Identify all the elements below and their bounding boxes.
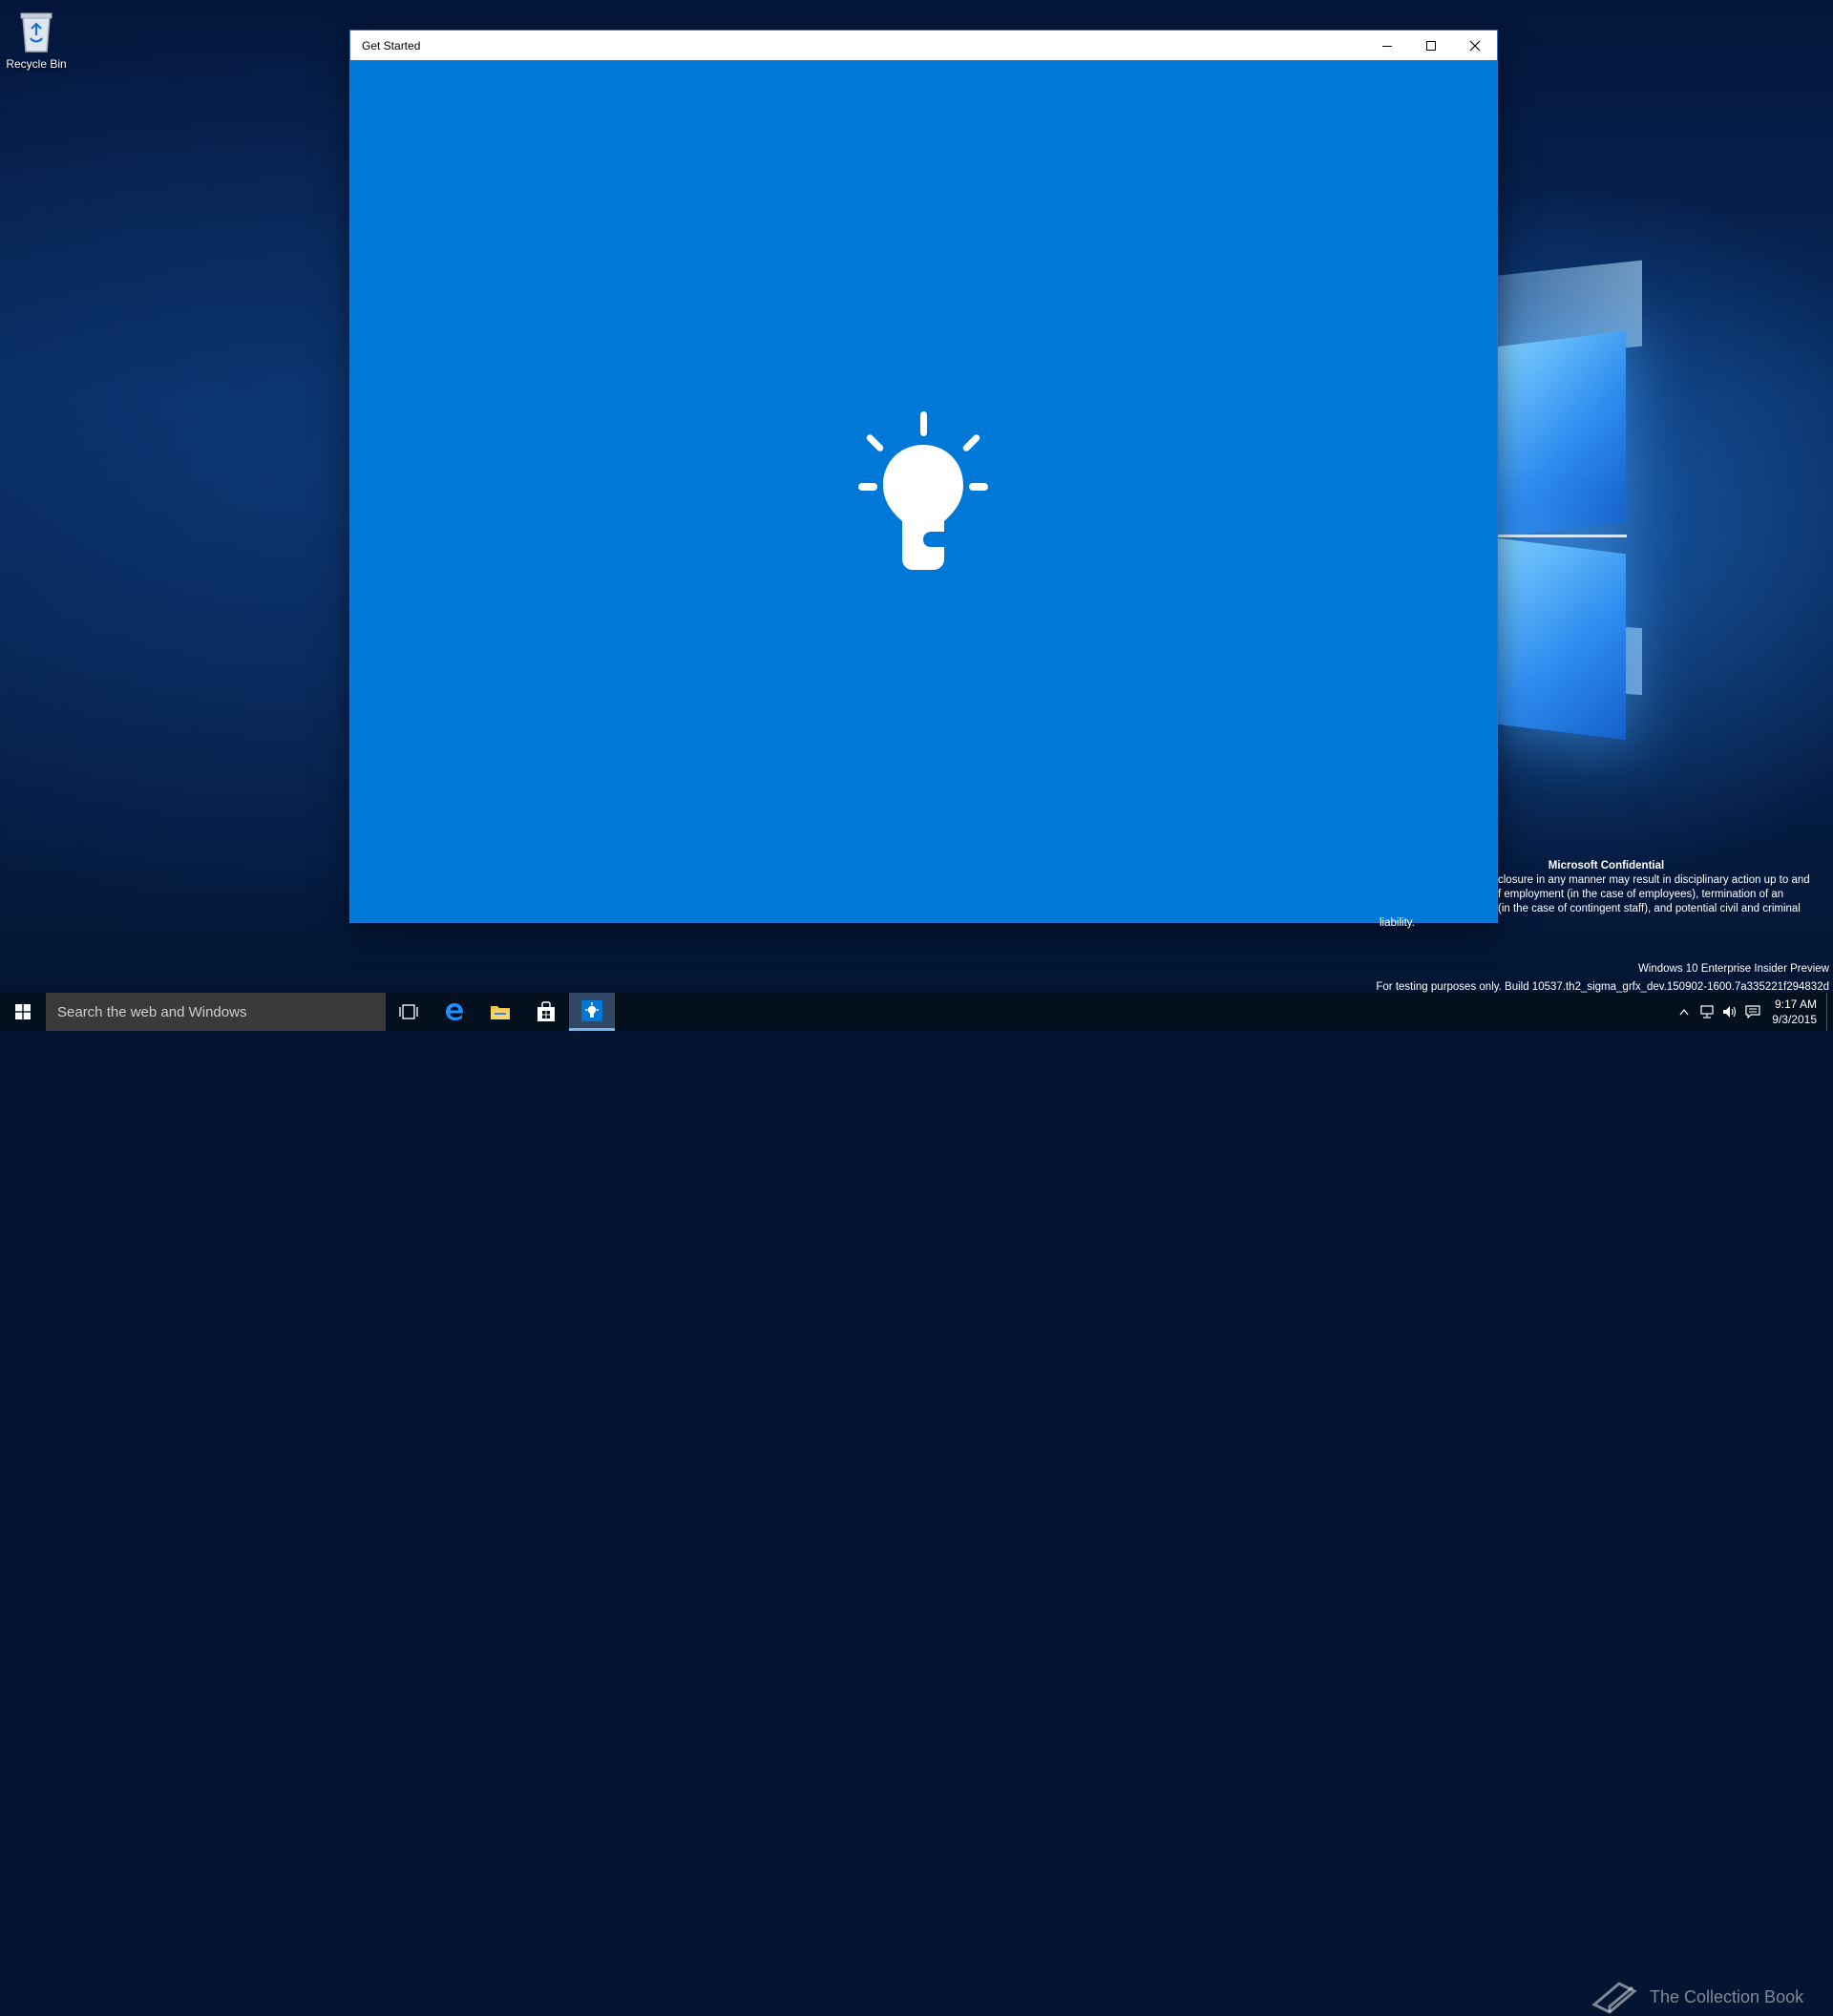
- recycle-bin-label: Recycle Bin: [6, 57, 67, 71]
- build-watermark: Windows 10 Enterprise Insider Preview Fo…: [1376, 960, 1829, 997]
- speaker-icon: [1723, 1006, 1737, 1018]
- windows-logo-pane: [1497, 537, 1626, 741]
- lightbulb-icon: [581, 999, 602, 1021]
- site-watermark: The Collection Book: [1591, 1978, 1803, 2016]
- tray-overflow[interactable]: [1673, 993, 1696, 1031]
- maximize-button[interactable]: [1409, 31, 1453, 60]
- confidential-line: liability.: [1380, 917, 1415, 929]
- windows-logo-divider: [1497, 535, 1627, 537]
- windows-logo-pane: [1497, 330, 1626, 538]
- splash-screen: [350, 60, 1497, 922]
- tray-network[interactable]: [1696, 993, 1718, 1031]
- minimize-button[interactable]: [1365, 31, 1409, 60]
- search-placeholder: Search the web and Windows: [57, 1003, 247, 1020]
- maximize-icon: [1426, 40, 1436, 51]
- taskbar-edge[interactable]: [432, 993, 477, 1031]
- desktop-icon-recycle-bin[interactable]: Recycle Bin: [4, 8, 69, 71]
- system-tray: 9:17 AM 9/3/2015: [1673, 993, 1833, 1031]
- site-watermark-text: The Collection Book: [1650, 1986, 1804, 2006]
- search-box[interactable]: Search the web and Windows: [46, 993, 386, 1031]
- book-icon: [1591, 1982, 1637, 2014]
- task-view-icon: [399, 1004, 418, 1019]
- minimize-icon: [1382, 45, 1392, 47]
- window-titlebar[interactable]: Get Started: [350, 31, 1497, 60]
- tray-action-center[interactable]: [1741, 993, 1764, 1031]
- tray-volume[interactable]: [1718, 993, 1741, 1031]
- taskbar: Search the web and Windows The Collectio…: [0, 993, 1833, 2014]
- network-icon: [1700, 1005, 1714, 1018]
- start-button[interactable]: [0, 993, 46, 1031]
- confidential-line: (in the case of contingent staff), and p…: [1498, 903, 1801, 914]
- windows-logo-icon: [15, 1004, 31, 1019]
- close-icon: [1469, 40, 1481, 51]
- recycle-bin-icon: [20, 12, 53, 52]
- clock-time: 9:17 AM: [1774, 998, 1817, 1011]
- confidential-line: closure in any manner may result in disc…: [1498, 874, 1810, 886]
- taskbar-get-started[interactable]: [569, 993, 615, 1031]
- taskbar-clock[interactable]: 9:17 AM 9/3/2015: [1764, 997, 1826, 1027]
- clock-date: 9/3/2015: [1772, 1013, 1817, 1026]
- confidential-line: f employment (in the case of employees),…: [1498, 889, 1784, 900]
- show-desktop-button[interactable]: [1826, 993, 1833, 1031]
- confidential-notice: Microsoft Confidential closure in any ma…: [1380, 859, 1833, 931]
- close-button[interactable]: [1453, 31, 1497, 60]
- get-started-window[interactable]: Get Started: [350, 31, 1497, 922]
- edition-text: Windows 10 Enterprise Insider Preview: [1637, 963, 1829, 975]
- taskbar-store[interactable]: [523, 993, 569, 1031]
- chevron-up-icon: [1679, 1009, 1689, 1016]
- folder-icon: [491, 1006, 510, 1019]
- taskbar-file-explorer[interactable]: [477, 993, 523, 1031]
- taskbar-task-view[interactable]: [386, 993, 432, 1031]
- notification-icon: [1745, 1005, 1760, 1018]
- edge-icon: [446, 1003, 464, 1020]
- store-icon: [537, 1001, 555, 1021]
- lightbulb-icon: [858, 411, 988, 570]
- confidential-title: Microsoft Confidential: [1548, 860, 1665, 872]
- window-title: Get Started: [362, 38, 421, 52]
